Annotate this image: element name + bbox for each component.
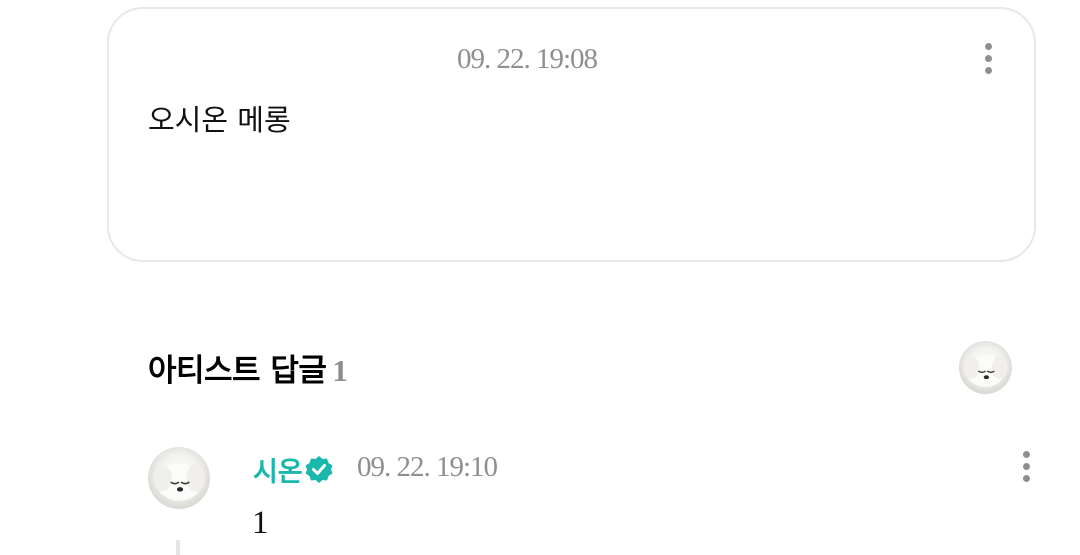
- comment-text: 오시온 메롱: [148, 103, 291, 137]
- fan-comment-card: 09. 22. 19:08 오시온 메롱: [107, 7, 1036, 262]
- reply-thread-line: [176, 540, 180, 555]
- reply-author-name[interactable]: 시온: [253, 450, 303, 489]
- white-dog-avatar-icon: [963, 355, 1008, 387]
- artist-avatar[interactable]: [959, 341, 1012, 394]
- reply-more-icon[interactable]: [1020, 451, 1032, 487]
- artist-replies-title: 아티스트 답글: [148, 353, 327, 389]
- artist-replies-heading: 아티스트 답글 1: [148, 345, 348, 390]
- reply-text: 1: [252, 505, 269, 541]
- white-dog-avatar-icon: [153, 463, 205, 501]
- comment-more-icon[interactable]: [982, 43, 994, 79]
- verified-badge-icon: [305, 456, 333, 483]
- comment-timestamp: 09. 22. 19:08: [457, 43, 598, 75]
- reply-author-avatar[interactable]: [148, 447, 210, 509]
- reply-timestamp: 09. 22. 19:10: [357, 451, 498, 483]
- artist-replies-count: 1: [332, 353, 348, 388]
